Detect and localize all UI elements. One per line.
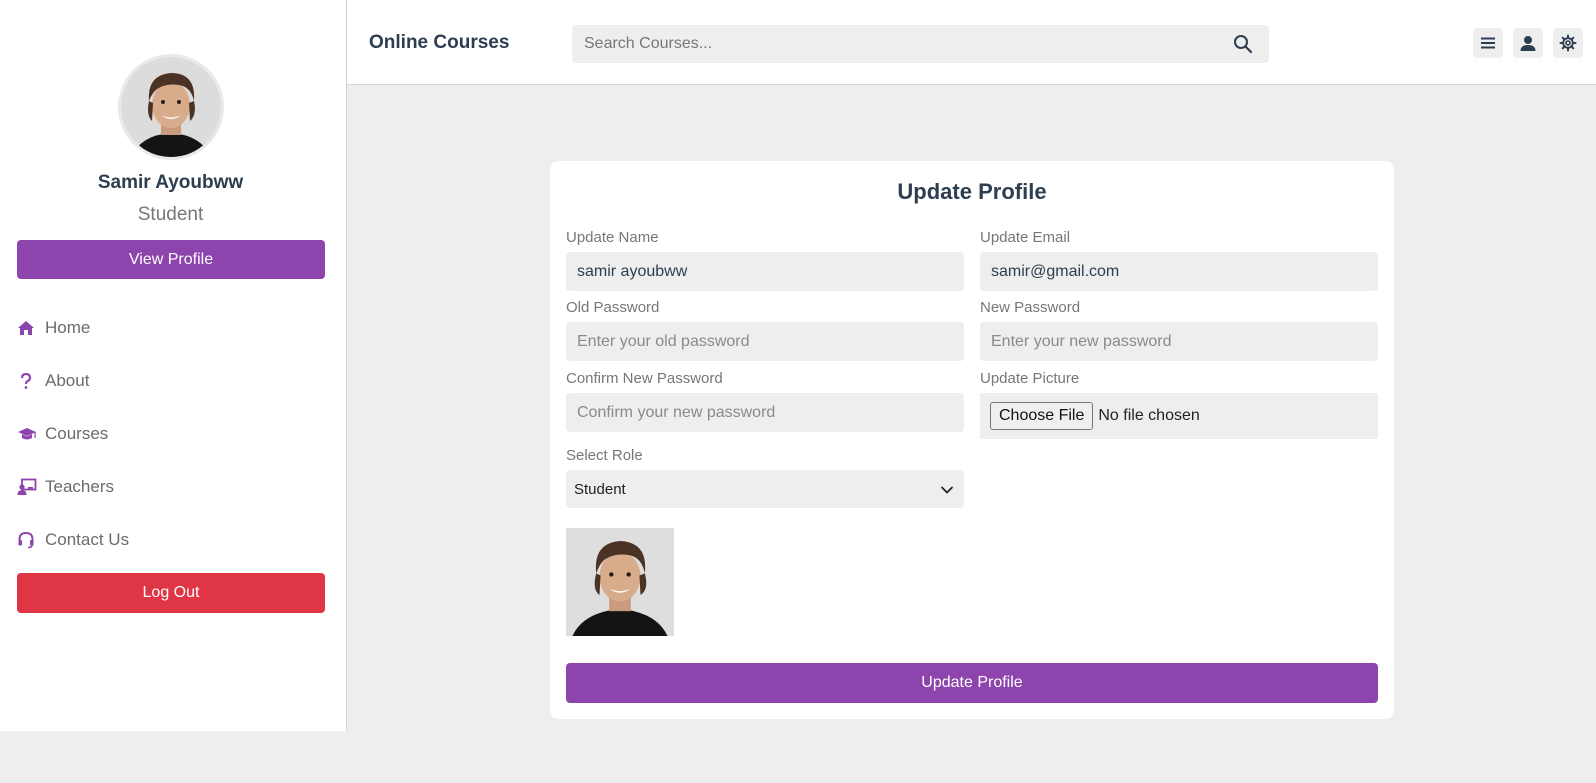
choose-file-button[interactable]: Choose File xyxy=(990,402,1094,430)
sidebar-item-teachers[interactable]: Teachers xyxy=(17,474,114,500)
sidebar-item-contact-us[interactable]: Contact Us xyxy=(17,527,129,553)
old-password-field[interactable]: Enter your old password xyxy=(566,322,964,361)
avatar-image xyxy=(121,57,221,157)
headset-icon xyxy=(17,530,45,550)
settings-button[interactable] xyxy=(1553,28,1583,58)
profile-name: Samir Ayoubww xyxy=(97,172,244,193)
name-field[interactable]: samir ayoubww xyxy=(566,252,964,291)
new-password-field[interactable]: Enter your new password xyxy=(980,322,1378,361)
sidebar: Samir Ayoubww Student View Profile Home … xyxy=(0,0,347,731)
sidebar-item-label: About xyxy=(45,371,90,390)
update-profile-card: Update Profile Update Name samir ayoubww… xyxy=(550,161,1394,719)
user-button[interactable] xyxy=(1513,28,1543,58)
preview-image xyxy=(566,528,674,636)
user-icon xyxy=(1520,36,1536,51)
role-selected-value: Student xyxy=(574,480,626,498)
chevron-down-icon xyxy=(940,482,954,499)
card-title: Update Profile xyxy=(897,179,1047,204)
teacher-icon xyxy=(17,477,45,497)
picture-file-input: Choose File No file chosen xyxy=(980,393,1378,439)
question-icon xyxy=(17,371,45,391)
brand-title: Online Courses xyxy=(369,32,510,53)
email-field[interactable]: samir@gmail.com xyxy=(980,252,1378,291)
email-label: Update Email xyxy=(980,229,1071,246)
logout-button[interactable]: Log Out xyxy=(17,573,325,613)
role-label: Select Role xyxy=(566,447,643,464)
sidebar-item-courses[interactable]: Courses xyxy=(17,421,108,447)
menu-icon xyxy=(1481,37,1495,49)
old-password-label: Old Password xyxy=(566,299,660,316)
confirm-password-field[interactable]: Confirm your new password xyxy=(566,393,964,432)
graduation-cap-icon xyxy=(17,424,45,444)
avatar xyxy=(118,54,224,160)
name-label: Update Name xyxy=(566,229,659,246)
search-bar xyxy=(572,25,1269,63)
search-icon[interactable] xyxy=(1233,34,1253,59)
settings-icon xyxy=(1559,34,1577,52)
menu-button[interactable] xyxy=(1473,28,1503,58)
sidebar-item-label: Teachers xyxy=(45,477,114,496)
sidebar-item-home[interactable]: Home xyxy=(17,315,90,341)
home-icon xyxy=(17,318,45,338)
profile-picture-preview xyxy=(566,528,674,636)
new-password-label: New Password xyxy=(980,299,1081,316)
role-select[interactable]: Student xyxy=(566,470,964,508)
sidebar-item-label: Home xyxy=(45,318,91,337)
view-profile-button[interactable]: View Profile xyxy=(17,240,325,279)
top-header: Online Courses xyxy=(347,0,1596,85)
picture-label: Update Picture xyxy=(980,370,1080,387)
no-file-text: No file chosen xyxy=(1098,407,1200,424)
sidebar-item-label: Contact Us xyxy=(45,530,130,549)
search-input[interactable] xyxy=(572,25,1212,63)
profile-role: Student xyxy=(137,204,204,225)
update-profile-button[interactable]: Update Profile xyxy=(566,663,1378,703)
confirm-password-label: Confirm New Password xyxy=(566,370,723,387)
sidebar-item-about[interactable]: About xyxy=(17,368,89,394)
sidebar-item-label: Courses xyxy=(45,424,109,443)
